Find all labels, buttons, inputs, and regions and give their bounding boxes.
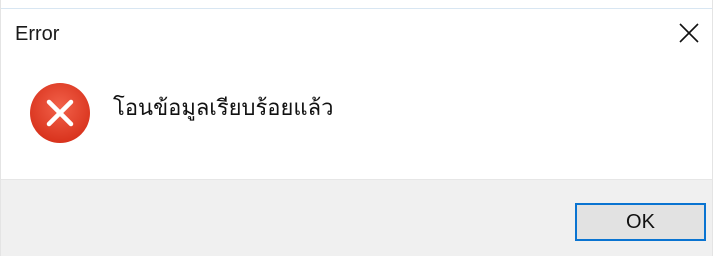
- ok-button[interactable]: OK: [575, 203, 706, 241]
- dialog-content: โอนข้อมูลเรียบร้อยแล้ว: [1, 61, 712, 179]
- title-bar: Error: [1, 9, 712, 61]
- close-icon: [679, 23, 699, 43]
- error-dialog: Error โอนข้อมูลเรียบร้อยแล้ว OK: [0, 0, 713, 256]
- dialog-footer: OK: [1, 179, 712, 256]
- close-button[interactable]: [666, 9, 712, 57]
- error-message: โอนข้อมูลเรียบร้อยแล้ว: [113, 96, 334, 121]
- dialog-title: Error: [15, 23, 60, 45]
- error-icon: [30, 83, 90, 143]
